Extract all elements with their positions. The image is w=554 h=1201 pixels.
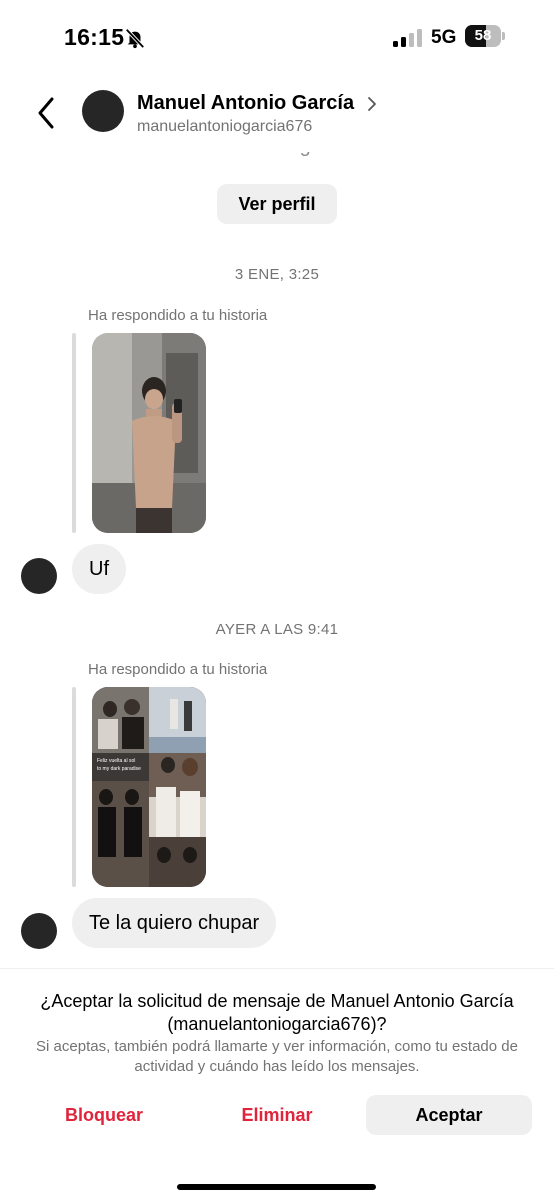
sender-avatar[interactable] — [21, 913, 57, 949]
svg-text:Feliz vuelta al sol: Feliz vuelta al sol — [97, 758, 135, 764]
view-profile-button[interactable]: Ver perfil — [217, 184, 337, 224]
chat-header: Manuel Antonio García manuelantoniogarci… — [0, 72, 554, 152]
status-time: 16:15 — [64, 24, 125, 50]
story-reply-caption: Ha respondido a tu historia — [88, 307, 268, 324]
reply-indicator — [72, 687, 76, 887]
request-description: Si aceptas, también podrá llamarte y ver… — [36, 1038, 518, 1075]
home-indicator[interactable] — [177, 1184, 376, 1190]
chevron-right-icon[interactable] — [366, 96, 378, 112]
story-thumbnail[interactable]: Feliz vuelta al sol to my dark paradise — [92, 687, 206, 887]
reply-indicator — [72, 333, 76, 533]
network-type: 5G — [431, 27, 457, 48]
message-request-panel: ¿Aceptar la solicitud de mensaje de Manu… — [0, 968, 554, 1201]
contact-username[interactable]: manuelantoniogarcia676 — [137, 118, 312, 136]
status-bar: 16:15 5G 58 — [0, 0, 554, 72]
request-title: ¿Aceptar la solicitud de mensaje de Manu… — [40, 991, 514, 1034]
avatar[interactable] — [82, 90, 124, 132]
timestamp: AYER A LAS 9:41 — [215, 621, 339, 638]
contact-name[interactable]: Manuel Antonio García — [137, 92, 354, 115]
story-thumbnail[interactable] — [92, 333, 206, 533]
block-button[interactable]: Bloquear — [30, 1095, 178, 1135]
message-bubble[interactable]: Te la quiero chupar — [72, 898, 277, 948]
timestamp: 3 ENE, 3:25 — [234, 266, 320, 283]
sender-avatar[interactable] — [21, 558, 57, 594]
battery-icon: 58 — [465, 25, 505, 47]
story-reply-caption: Ha respondido a tu historia — [88, 661, 268, 678]
bell-off-icon — [125, 28, 145, 49]
back-icon[interactable] — [36, 96, 58, 130]
delete-button[interactable]: Eliminar — [203, 1095, 351, 1135]
battery-percent: 58 — [474, 27, 492, 44]
accept-button[interactable]: Aceptar — [366, 1095, 532, 1135]
svg-text:to my dark paradise: to my dark paradise — [97, 766, 141, 772]
signal-icon — [393, 29, 422, 47]
message-bubble[interactable]: Uf — [72, 544, 126, 594]
